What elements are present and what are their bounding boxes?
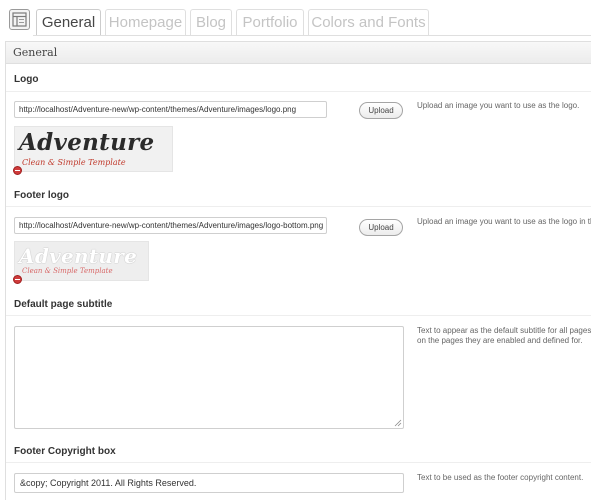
resize-grip-icon[interactable] xyxy=(394,419,402,427)
footer-logo-preview: Adventure Clean & Simple Template xyxy=(14,241,149,281)
divider xyxy=(6,91,591,92)
logo-upload-button[interactable]: Upload xyxy=(359,102,403,119)
general-panel: General Logo http://localhost/Adventure-… xyxy=(5,41,591,500)
tab-divider xyxy=(33,35,591,36)
logo-preview-tagline: Clean & Simple Template xyxy=(22,158,126,167)
tab-blog[interactable]: Blog xyxy=(190,9,232,35)
footer-logo-section-title: Footer logo xyxy=(14,190,69,201)
remove-footer-logo-icon[interactable] xyxy=(13,275,22,284)
copyright-input[interactable]: &copy; Copyright 2011. All Rights Reserv… xyxy=(14,473,404,493)
footer-logo-description: Upload an image you want to use as the l… xyxy=(417,217,591,226)
tab-bar: General Homepage Blog Portfolio Colors a… xyxy=(0,0,591,36)
footer-logo-url-input[interactable]: http://localhost/Adventure-new/wp-conten… xyxy=(14,217,327,234)
divider xyxy=(6,206,591,207)
tab-homepage[interactable]: Homepage xyxy=(105,9,186,35)
tab-general[interactable]: General xyxy=(36,9,101,36)
footer-logo-preview-tagline: Clean & Simple Template xyxy=(22,267,113,275)
subtitle-textarea[interactable] xyxy=(14,326,404,429)
logo-preview: Adventure Clean & Simple Template xyxy=(14,126,173,172)
layout-icon xyxy=(9,9,30,30)
subtitle-description-line-1: Text to appear as the default subtitle f… xyxy=(417,326,591,335)
remove-logo-icon[interactable] xyxy=(13,166,22,175)
divider xyxy=(6,315,591,316)
tab-colors-and-fonts[interactable]: Colors and Fonts xyxy=(308,9,429,35)
panel-title: General xyxy=(6,42,591,64)
copyright-description: Text to be used as the footer copyright … xyxy=(417,473,584,482)
divider xyxy=(6,462,591,463)
logo-preview-text: Adventure xyxy=(19,129,155,156)
tab-portfolio[interactable]: Portfolio xyxy=(236,9,304,35)
footer-logo-upload-button[interactable]: Upload xyxy=(359,219,403,236)
logo-section-title: Logo xyxy=(14,74,39,85)
copyright-section-title: Footer Copyright box xyxy=(14,446,116,457)
logo-description: Upload an image you want to use as the l… xyxy=(417,101,580,110)
subtitle-section-title: Default page subtitle xyxy=(14,299,113,310)
subtitle-description-line-2: on the pages they are enabled and define… xyxy=(417,336,583,345)
footer-logo-preview-text: Adventure xyxy=(19,244,138,268)
logo-url-input[interactable]: http://localhost/Adventure-new/wp-conten… xyxy=(14,101,327,118)
